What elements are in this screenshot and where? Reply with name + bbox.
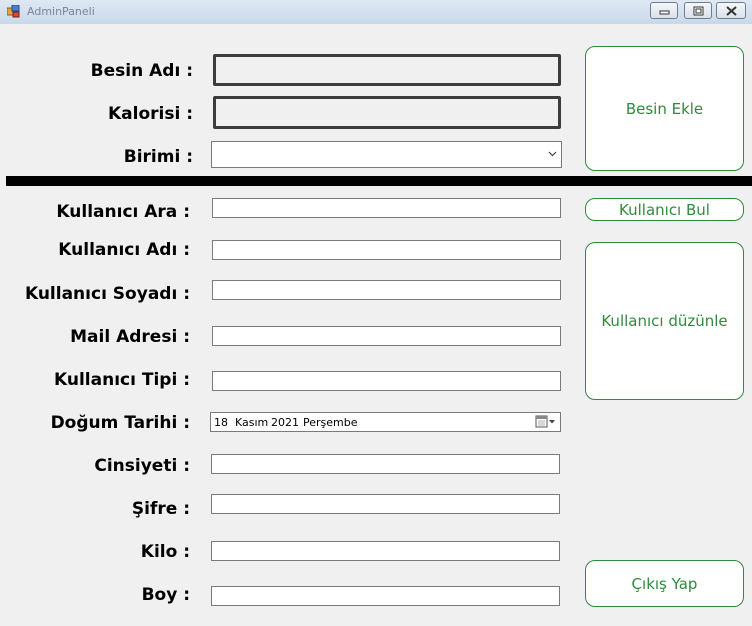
password-label: Şifre : [131, 499, 190, 519]
birth-year[interactable]: 2021 [271, 416, 299, 429]
birth-weekday: Perşembe [303, 416, 358, 429]
maximize-button[interactable] [684, 2, 712, 19]
close-button[interactable] [716, 2, 746, 19]
birth-month[interactable]: Kasım [235, 416, 268, 429]
calendar-icon[interactable] [535, 415, 557, 429]
food-calories-input[interactable] [213, 96, 561, 129]
gender-input[interactable] [211, 454, 560, 474]
title-bar: AdminPaneli [0, 0, 752, 24]
minimize-button[interactable] [650, 2, 678, 19]
food-unit-dropdown[interactable] [211, 141, 562, 168]
logout-button[interactable]: Çıkış Yap [585, 560, 744, 607]
maximize-icon [693, 6, 704, 16]
user-search-input[interactable] [212, 198, 561, 218]
birth-date-picker[interactable]: 18 Kasım 2021 Perşembe [210, 412, 561, 432]
chevron-down-icon [548, 151, 557, 157]
form-client-area: Besin Adı : Kalorisi : Birimi : Besin Ek… [6, 24, 752, 626]
find-user-button[interactable]: Kullanıcı Bul [585, 198, 744, 221]
weight-label: Kilo : [140, 542, 190, 562]
minimize-icon [659, 10, 670, 15]
food-calories-label: Kalorisi : [107, 104, 193, 124]
user-type-input[interactable] [212, 371, 561, 391]
gender-label: Cinsiyeti : [94, 456, 190, 476]
close-icon [726, 6, 737, 16]
edit-user-button[interactable]: Kullanıcı düzünle [585, 242, 744, 400]
user-type-label: Kullanıcı Tipi : [54, 370, 190, 390]
user-name-label: Kullanıcı Adı : [58, 240, 190, 260]
height-input[interactable] [211, 586, 560, 606]
user-name-input[interactable] [212, 240, 561, 260]
birth-date-label: Doğum Tarihi : [50, 413, 190, 433]
food-name-label: Besin Adı : [90, 61, 193, 81]
food-name-input[interactable] [213, 54, 561, 86]
user-search-label: Kullanıcı Ara : [56, 202, 190, 222]
password-input[interactable] [211, 494, 560, 514]
window-title: AdminPaneli [27, 5, 95, 18]
section-divider [6, 176, 752, 186]
user-mail-input[interactable] [212, 326, 561, 346]
weight-input[interactable] [211, 541, 560, 561]
food-unit-label: Birimi : [123, 147, 193, 167]
user-surname-label: Kullanıcı Soyadı : [24, 284, 190, 304]
add-food-button[interactable]: Besin Ekle [585, 46, 744, 171]
user-surname-input[interactable] [212, 280, 561, 300]
app-icon [7, 5, 20, 18]
birth-day[interactable]: 18 [214, 416, 228, 429]
user-mail-label: Mail Adresi : [70, 327, 190, 347]
height-label: Boy : [141, 585, 190, 605]
